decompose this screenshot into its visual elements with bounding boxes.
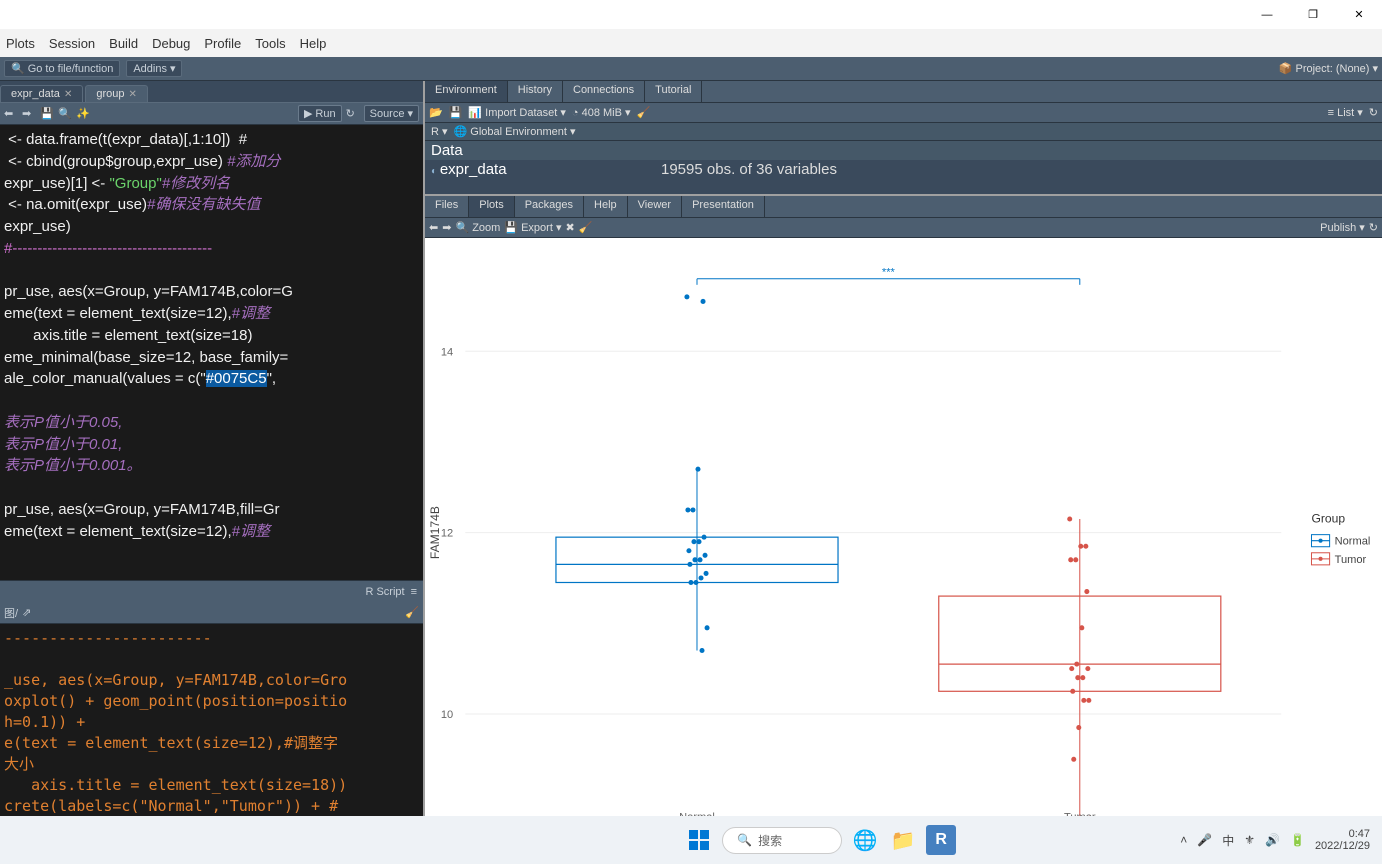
env-toolbar: 📂 💾 📊 Import Dataset ▾ ◔ 408 MiB ▾ 🧹 ≡ L… bbox=[425, 103, 1382, 123]
window-minimize[interactable]: — bbox=[1244, 0, 1290, 29]
start-button[interactable] bbox=[684, 825, 714, 855]
menu-help[interactable]: Help bbox=[300, 36, 327, 51]
tab-help[interactable]: Help bbox=[584, 196, 628, 217]
memory-usage[interactable]: ◔ 408 MiB ▾ bbox=[572, 106, 631, 119]
env-section-data: Data bbox=[425, 141, 1382, 160]
save-icon[interactable]: 💾 bbox=[40, 107, 54, 121]
chrome-icon[interactable]: 🌐 bbox=[850, 825, 880, 855]
app-menubar: Plots Session Build Debug Profile Tools … bbox=[0, 29, 1382, 57]
editor-tab-expr-data[interactable]: expr_data✕ bbox=[0, 85, 83, 102]
explorer-icon[interactable]: 📁 bbox=[888, 825, 918, 855]
load-icon[interactable]: 📂 bbox=[429, 106, 443, 119]
r-lang-selector[interactable]: R ▾ bbox=[431, 125, 448, 138]
rerun-icon[interactable]: ↻ bbox=[346, 107, 360, 121]
env-data-list: Data expr_data 19595 obs. of 36 variable… bbox=[425, 141, 1382, 194]
zoom-button[interactable]: 🔍 Zoom bbox=[455, 221, 500, 234]
menu-plots[interactable]: Plots bbox=[6, 36, 35, 51]
code-editor[interactable]: <- data.frame(t(expr_data)[,1:10]) # <- … bbox=[0, 125, 423, 580]
menu-session[interactable]: Session bbox=[49, 36, 95, 51]
refresh-icon[interactable]: ↻ bbox=[1369, 106, 1378, 119]
tray-sound-icon[interactable]: 🔊 bbox=[1265, 833, 1280, 847]
project-selector[interactable]: 📦 Project: (None) ▾ bbox=[1279, 62, 1378, 75]
svg-text:Tumor: Tumor bbox=[1335, 554, 1367, 566]
svg-text:Normal: Normal bbox=[1335, 536, 1371, 548]
windows-taskbar: 🔍 搜索 🌐 📁 R ˄ 🎤 中 ⚜ 🔊 🔋 0:47 2022/12/29 bbox=[0, 816, 1382, 864]
tray-chevron-icon[interactable]: ˄ bbox=[1180, 833, 1187, 847]
tray-clock[interactable]: 0:47 2022/12/29 bbox=[1315, 828, 1370, 852]
env-scope-bar: R ▾ 🌐 Global Environment ▾ bbox=[425, 123, 1382, 141]
file-type-label: R Script bbox=[365, 586, 404, 598]
import-dataset[interactable]: 📊 Import Dataset ▾ bbox=[468, 106, 565, 119]
plot-toolbar: ⬅ ➡ 🔍 Zoom 💾 Export ▾ ✖ 🧹 Publish ▾ ↻ bbox=[425, 218, 1382, 238]
tab-environment[interactable]: Environment bbox=[425, 81, 508, 102]
app-toolbar: 🔍 Go to file/function Addins ▾ 📦 Project… bbox=[0, 57, 1382, 81]
svg-text:***: *** bbox=[882, 267, 896, 279]
tray-battery-icon[interactable]: 🔋 bbox=[1290, 833, 1305, 847]
env-row-expr-data[interactable]: expr_data 19595 obs. of 36 variables bbox=[425, 160, 1382, 179]
tab-connections[interactable]: Connections bbox=[563, 81, 645, 102]
publish-button[interactable]: Publish ▾ bbox=[1320, 221, 1365, 234]
plot-canvas: 101214NormalTumorGroupFAM174B***GroupNor… bbox=[425, 238, 1382, 847]
tab-plots[interactable]: Plots bbox=[469, 196, 514, 217]
taskbar-search[interactable]: 🔍 搜索 bbox=[722, 827, 842, 854]
tab-tutorial[interactable]: Tutorial bbox=[645, 81, 702, 102]
window-titlebar: — ❐ ✕ bbox=[0, 0, 1382, 29]
tab-files[interactable]: Files bbox=[425, 196, 469, 217]
window-maximize[interactable]: ❐ bbox=[1290, 0, 1336, 29]
find-icon[interactable]: 🔍 bbox=[58, 107, 72, 121]
menu-tools[interactable]: Tools bbox=[255, 36, 285, 51]
tray-ime[interactable]: 中 bbox=[1222, 832, 1234, 849]
menu-debug[interactable]: Debug bbox=[152, 36, 190, 51]
menu-build[interactable]: Build bbox=[109, 36, 138, 51]
console-output[interactable]: ----------------------- _use, aes(x=Grou… bbox=[0, 624, 423, 847]
svg-text:Group: Group bbox=[1311, 512, 1345, 526]
prev-plot-icon[interactable]: ⬅ bbox=[429, 221, 438, 234]
source-button[interactable]: Source ▾ bbox=[364, 105, 419, 122]
editor-status: R Script ≡ bbox=[0, 580, 423, 602]
menu-profile[interactable]: Profile bbox=[204, 36, 241, 51]
view-mode[interactable]: ≡ List ▾ bbox=[1328, 106, 1363, 119]
refresh-plot-icon[interactable]: ↻ bbox=[1369, 221, 1378, 234]
addins-dropdown[interactable]: Addins ▾ bbox=[126, 60, 182, 77]
next-plot-icon[interactable]: ➡ bbox=[442, 221, 451, 234]
editor-tab-group[interactable]: group✕ bbox=[85, 85, 148, 102]
window-close[interactable]: ✕ bbox=[1336, 0, 1382, 29]
env-scope[interactable]: 🌐 Global Environment ▾ bbox=[454, 125, 576, 138]
tab-viewer[interactable]: Viewer bbox=[628, 196, 682, 217]
editor-toolbar: ⬅ ➡ 💾 🔍 ✨ ▶ Run ↻ Source ▾ bbox=[0, 103, 423, 125]
forward-icon[interactable]: ➡ bbox=[22, 107, 36, 121]
tray-wifi-icon[interactable]: ⚜ bbox=[1244, 833, 1255, 847]
tab-packages[interactable]: Packages bbox=[515, 196, 584, 217]
svg-text:14: 14 bbox=[441, 346, 453, 358]
editor-tabs: expr_data✕ group✕ bbox=[0, 81, 423, 103]
close-icon[interactable]: ✕ bbox=[64, 89, 72, 100]
back-icon[interactable]: ⬅ bbox=[4, 107, 18, 121]
save-icon[interactable]: 💾 bbox=[449, 106, 463, 119]
goto-file-function[interactable]: 🔍 Go to file/function bbox=[4, 60, 120, 77]
svg-text:10: 10 bbox=[441, 709, 453, 721]
tab-history[interactable]: History bbox=[508, 81, 563, 102]
rstudio-icon[interactable]: R bbox=[926, 825, 956, 855]
svg-text:FAM174B: FAM174B bbox=[428, 506, 442, 559]
close-icon[interactable]: ✕ bbox=[128, 89, 136, 100]
clear-plots-icon[interactable]: 🧹 bbox=[579, 221, 593, 234]
tray-mic-icon[interactable]: 🎤 bbox=[1197, 833, 1212, 847]
tab-presentation[interactable]: Presentation bbox=[682, 196, 765, 217]
remove-plot-icon[interactable]: ✖ bbox=[565, 221, 574, 234]
svg-text:12: 12 bbox=[441, 528, 453, 540]
run-button[interactable]: ▶ Run bbox=[298, 105, 342, 122]
console-toolbar: 图/ ⇗ 🧹 bbox=[0, 602, 423, 624]
wand-icon[interactable]: ✨ bbox=[76, 107, 90, 121]
export-button[interactable]: 💾 Export ▾ bbox=[504, 221, 561, 234]
broom-icon[interactable]: 🧹 bbox=[637, 106, 651, 119]
broom-icon[interactable]: 🧹 bbox=[405, 606, 419, 619]
plot-tabs: Files Plots Packages Help Viewer Present… bbox=[425, 196, 1382, 218]
console-path: 图/ bbox=[4, 605, 18, 621]
env-tabs: Environment History Connections Tutorial bbox=[425, 81, 1382, 103]
